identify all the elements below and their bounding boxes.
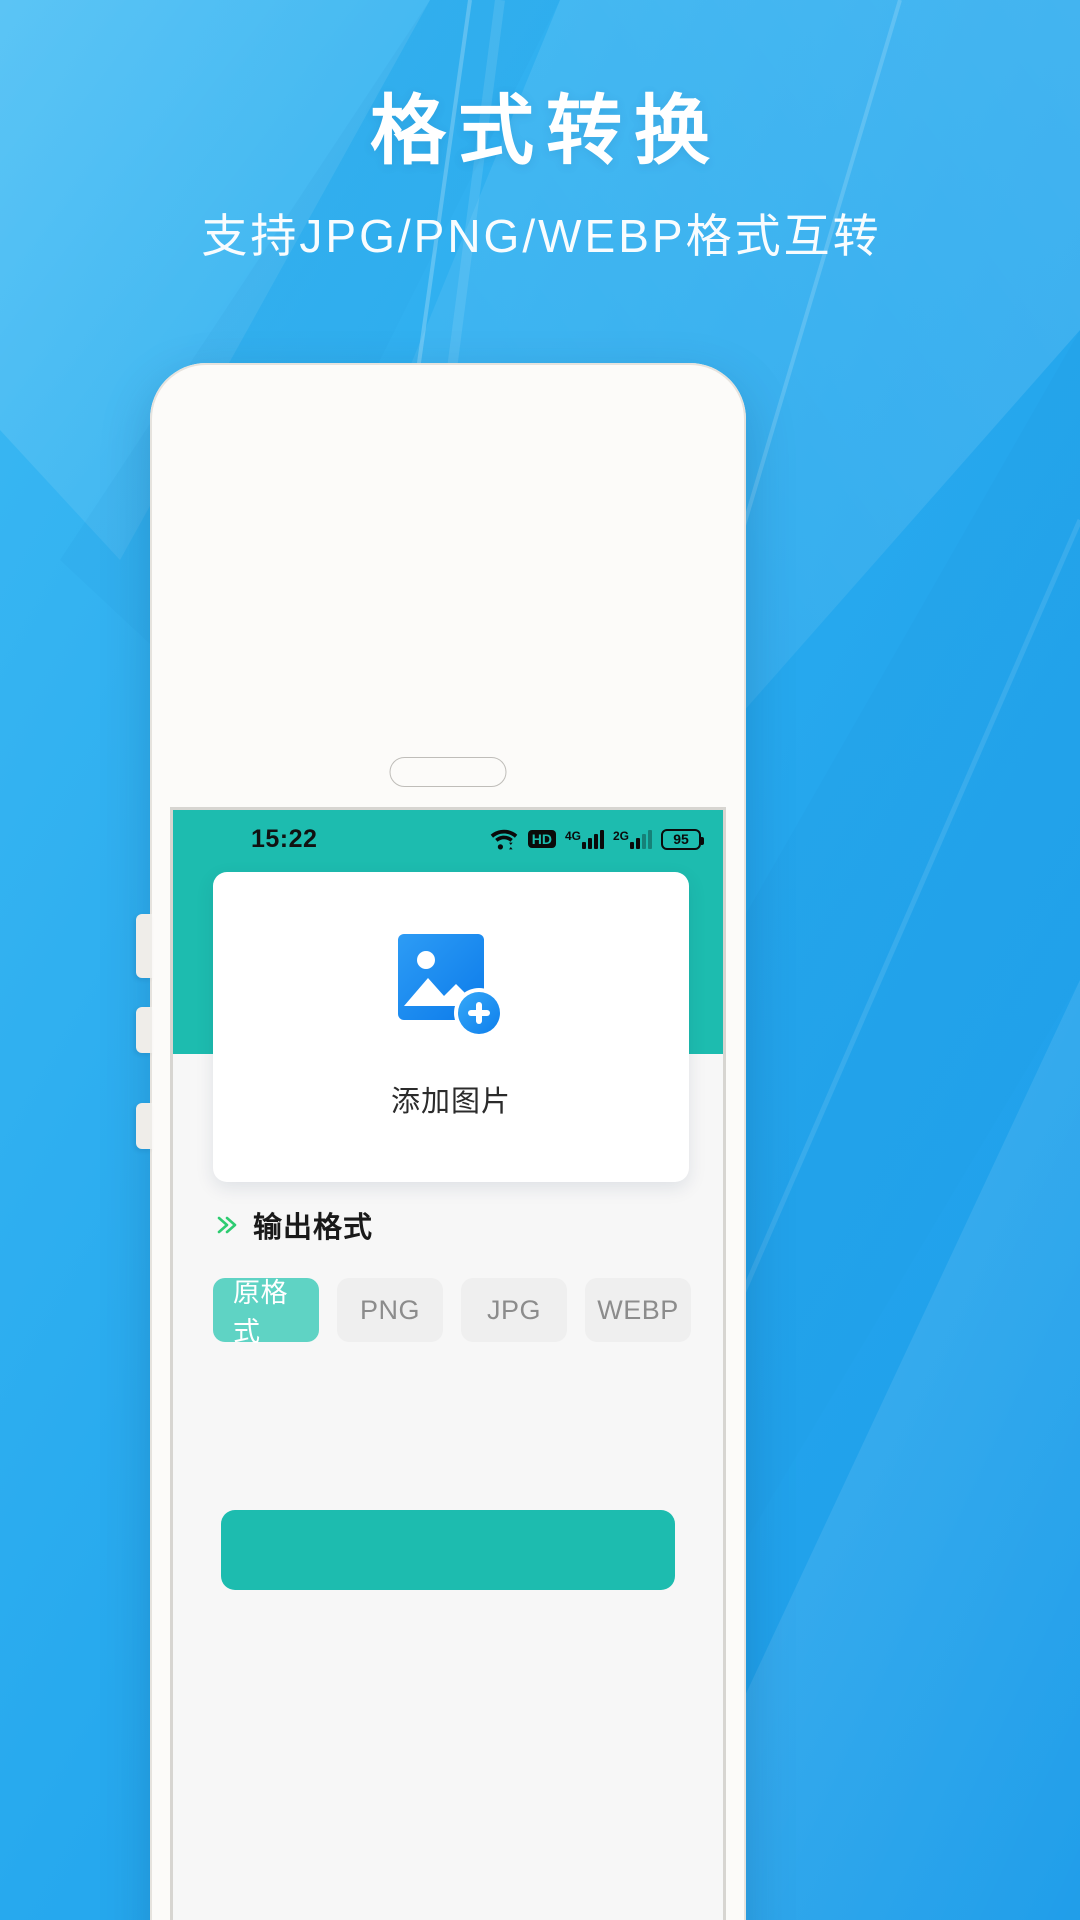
- format-chip-png[interactable]: PNG: [337, 1278, 443, 1342]
- output-format-options: 原格式 PNG JPG WEBP: [213, 1278, 691, 1347]
- promo-subtitle: 支持JPG/PNG/WEBP格式互转: [201, 210, 882, 263]
- promo-title: 格式转换: [370, 89, 722, 174]
- phone-speaker: [389, 757, 507, 787]
- wifi-icon: [489, 827, 519, 851]
- add-image-icon: [398, 934, 504, 1038]
- add-image-label: 添加图片: [390, 1086, 511, 1118]
- battery-icon: 95: [661, 828, 704, 850]
- phone-side-button-volume-down: [136, 1007, 152, 1053]
- signal-4g-icon: 4G: [565, 829, 604, 849]
- promo-header: 格式转换 支持JPG/PNG/WEBP格式互转: [0, 88, 1080, 265]
- convert-button[interactable]: [221, 1510, 675, 1590]
- status-bar-icons: HD 4G 2G 95: [489, 827, 704, 851]
- screen-content: 添加图片 输出格式 原格式 PNG JPG WEBP: [173, 872, 723, 1590]
- format-chip-jpg[interactable]: JPG: [461, 1278, 567, 1342]
- phone-side-button-power: [136, 1103, 152, 1149]
- format-chip-webp[interactable]: WEBP: [585, 1278, 691, 1342]
- status-bar: 15:22 HD 4G 2G 95: [173, 810, 723, 868]
- phone-mockup: 15:22 HD 4G 2G 95 添加图片 输出格式 原格式 PNG JPG …: [136, 363, 746, 1920]
- double-chevron-right-icon: [213, 1212, 239, 1238]
- status-bar-time: 15:22: [251, 824, 318, 853]
- signal-2g-icon: 2G: [613, 829, 652, 849]
- battery-level: 95: [673, 831, 689, 847]
- output-format-title: 输出格式: [253, 1212, 374, 1244]
- hd-icon: HD: [527, 830, 556, 848]
- bottom-action-bar: [173, 1482, 723, 1590]
- format-chip-original[interactable]: 原格式: [213, 1278, 319, 1347]
- phone-screen: 15:22 HD 4G 2G 95 添加图片 输出格式 原格式 PNG JPG …: [170, 807, 726, 1920]
- phone-side-button-volume-up: [136, 914, 152, 978]
- output-format-header: 输出格式: [213, 1204, 683, 1246]
- add-image-card[interactable]: 添加图片: [213, 872, 689, 1182]
